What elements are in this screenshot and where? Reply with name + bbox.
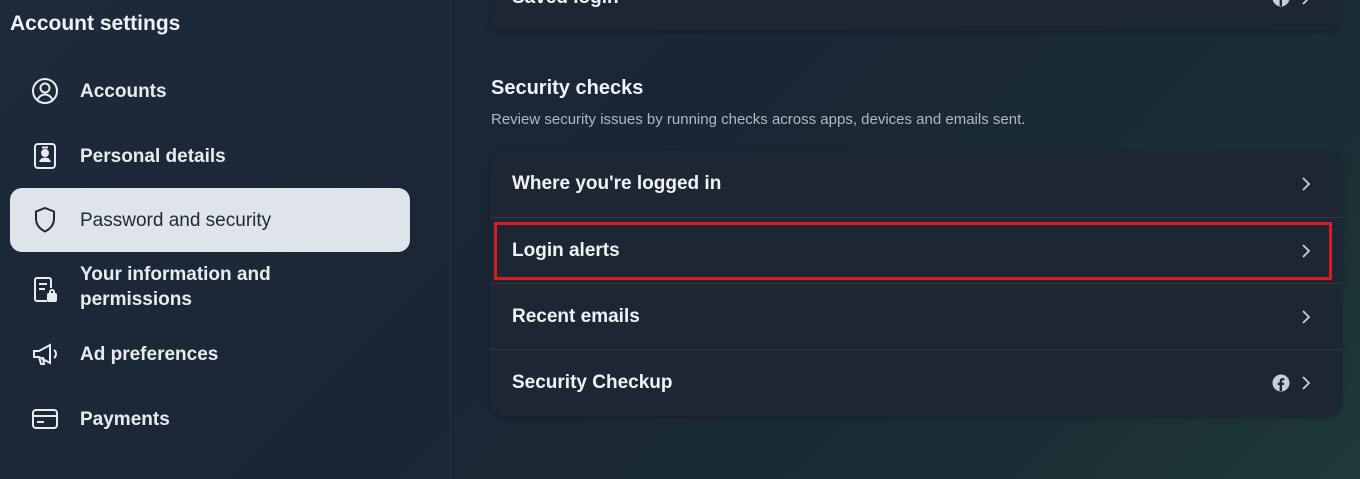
sidebar-item-label: Your information and permissions: [80, 264, 271, 310]
saved-login-card: Saved login: [490, 0, 1342, 30]
facebook-icon: [1272, 0, 1290, 7]
sidebar-item-your-information-and-permissions[interactable]: Your information and permissions: [10, 256, 410, 320]
login-alerts-row[interactable]: Login alerts: [490, 218, 1342, 284]
where-youre-logged-in-row[interactable]: Where you're logged in: [490, 151, 1342, 217]
row-label: Saved login: [512, 0, 619, 9]
document-lock-icon: [30, 275, 60, 305]
row-label: Security Checkup: [512, 372, 673, 393]
sidebar-item-label: Ad preferences: [80, 343, 219, 365]
sidebar-item-personal-details[interactable]: Personal details: [10, 124, 410, 188]
sidebar-item-ad-preferences[interactable]: Ad preferences: [10, 322, 410, 386]
sidebar-item-password-and-security[interactable]: Password and security: [10, 188, 410, 252]
megaphone-icon: [30, 339, 60, 369]
sidebar: Account settings Accounts Personal detai…: [0, 0, 451, 479]
row-label: Where you're logged in: [512, 173, 722, 194]
credit-card-icon: [30, 404, 60, 434]
shield-icon: [30, 205, 60, 235]
chevron-right-icon: [1302, 0, 1309, 5]
user-circle-icon: [30, 76, 60, 106]
chevron-right-icon: [1302, 177, 1311, 191]
sidebar-item-label: Accounts: [80, 80, 167, 102]
sidebar-item-payments[interactable]: Payments: [10, 387, 410, 451]
sidebar-item-label: Personal details: [80, 145, 226, 167]
sidebar-item-label: Payments: [80, 408, 170, 430]
section-description: Review security issues by running checks…: [491, 111, 1026, 128]
sidebar-title: Account settings: [10, 12, 181, 35]
recent-emails-row[interactable]: Recent emails: [490, 284, 1342, 350]
chevron-right-icon: [1302, 310, 1311, 324]
chevron-right-icon: [1302, 376, 1311, 390]
security-checks-card: Where you're logged in Login alerts Rece…: [490, 151, 1342, 416]
row-label: Recent emails: [512, 306, 640, 327]
saved-login-row[interactable]: Saved login: [490, 0, 1342, 30]
sidebar-item-accounts[interactable]: Accounts: [10, 59, 410, 123]
sidebar-item-label: Password and security: [80, 209, 272, 231]
facebook-icon: [1272, 374, 1290, 392]
security-checkup-row[interactable]: Security Checkup: [490, 350, 1342, 416]
id-card-icon: [30, 141, 60, 171]
row-label: Login alerts: [512, 240, 620, 261]
chevron-right-icon: [1302, 244, 1311, 258]
section-title: Security checks: [491, 77, 644, 99]
